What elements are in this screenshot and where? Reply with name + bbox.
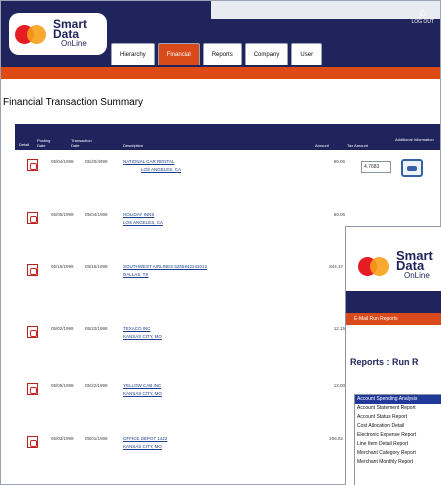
report-select-list[interactable]: Account Spending Analysis Account Statem…	[354, 394, 441, 485]
report-option[interactable]: Line Item Detail Report	[355, 440, 441, 449]
amount-value: 844.17	[329, 264, 343, 269]
reports-navy-band	[346, 291, 441, 313]
report-option[interactable]: Account Status Report	[355, 413, 441, 422]
table-row: 05/04/1999 05/20/4999 NATIONAL CAR RENTA…	[15, 159, 440, 177]
mastercard-icon	[358, 255, 392, 277]
report-option[interactable]: Account Statement Report	[355, 404, 441, 413]
location-link[interactable]: DALLAS, TX	[123, 272, 148, 278]
tab-user[interactable]: User	[291, 43, 323, 65]
posting-date: 05/15/1999	[51, 264, 74, 269]
col-posting-date: Posting Date	[37, 138, 51, 148]
smartdata-logo[interactable]: Smart Data OnLine	[9, 13, 107, 55]
posting-date: 05/04/1999	[51, 159, 74, 164]
col-tax-amount: Tax Amount	[347, 143, 368, 148]
transaction-date: 05/01/1999	[85, 436, 108, 441]
table-row: 05/05/1999 05/04/1999 HOLIDAY INNS LOS A…	[15, 212, 440, 226]
amount-value: 12.00	[333, 383, 345, 388]
amount-value: 12.15	[333, 326, 345, 331]
location-link[interactable]: KANSAS CITY, MO	[123, 444, 162, 450]
amount-value: 69.06	[333, 212, 345, 217]
car-icon[interactable]	[401, 159, 423, 177]
pdf-icon[interactable]	[27, 436, 38, 448]
nav-orange-bar	[1, 67, 440, 79]
location-link[interactable]: KANSAS CITY, MO	[123, 334, 162, 340]
report-option[interactable]: Account Spending Analysis	[355, 395, 441, 404]
location-link[interactable]: KANSAS CITY, MO	[123, 391, 162, 397]
pdf-icon[interactable]	[27, 264, 38, 276]
tab-reports[interactable]: Reports	[202, 43, 242, 65]
logout-label: LOG OUT	[411, 19, 434, 25]
tab-hierarchy[interactable]: Hierarchy	[111, 43, 155, 65]
pdf-icon[interactable]	[27, 326, 38, 338]
tab-company[interactable]: Company	[244, 43, 289, 65]
smartdata-logo-2[interactable]: Smart Data OnLine	[354, 245, 441, 287]
logo-line3: OnLine	[404, 271, 430, 280]
main-tabs: Hierarchy Financial Reports Company User	[111, 43, 323, 67]
posting-date: 05/05/1999	[51, 383, 74, 388]
col-additional-info: Additional Information	[395, 137, 434, 142]
amount-value: 206.82	[329, 436, 343, 441]
pdf-icon[interactable]	[27, 383, 38, 395]
description-link[interactable]: OFFICE DEPOT 1422	[123, 436, 167, 442]
reports-window: Smart Data OnLine E-Mail Run Reports Rep…	[345, 226, 441, 485]
page-title: Financial Transaction Summary	[3, 97, 144, 108]
report-option[interactable]: Electronic Expense Report	[355, 431, 441, 440]
report-option[interactable]: Merchant Category Report	[355, 449, 441, 458]
pdf-icon[interactable]	[27, 159, 38, 171]
posting-date: 05/02/1999	[51, 326, 74, 331]
description-link[interactable]: TEXACO INC	[123, 326, 151, 332]
description-link[interactable]: SOUTHWEST AIRLINES 5265942241012	[123, 264, 207, 270]
location-link[interactable]: LOS ANGELES, CA	[141, 167, 181, 173]
transaction-date: 05/04/1999	[85, 212, 108, 217]
posting-date: 05/03/1999	[51, 436, 74, 441]
logo-line3: OnLine	[61, 39, 87, 48]
col-amount: Amount	[315, 143, 329, 148]
report-option[interactable]: Cost Allocation Detail	[355, 422, 441, 431]
description-link[interactable]: HOLIDAY INNS	[123, 212, 154, 218]
pdf-icon[interactable]	[27, 212, 38, 224]
logout-button[interactable]: ⌂ LOG OUT	[411, 6, 434, 27]
table-header: Detail Posting Date Transaction Date Des…	[15, 124, 440, 150]
description-link[interactable]: NATIONAL CAR RENTAL	[123, 159, 174, 165]
reports-title: Reports : Run R	[350, 357, 419, 367]
col-detail: Detail	[19, 142, 30, 147]
transaction-date: 05/20/4999	[85, 159, 108, 164]
col-description: Description	[123, 143, 144, 148]
header-light-strip	[211, 1, 440, 19]
tax-amount-input[interactable]: 4.7683	[361, 161, 391, 173]
amount-value: 69.06	[333, 159, 345, 164]
tab-financial[interactable]: Financial	[157, 43, 200, 65]
posting-date: 05/05/1999	[51, 212, 74, 217]
transaction-date: 05/22/1999	[85, 326, 108, 331]
transaction-date: 05/15/1999	[85, 264, 108, 269]
description-link[interactable]: YELLOW CAB INC	[123, 383, 161, 389]
report-option[interactable]: Merchant Monthly Report	[355, 458, 441, 467]
col-transaction-date: Transaction Date	[71, 138, 92, 148]
reports-nav[interactable]: E-Mail Run Reports	[346, 313, 441, 325]
mastercard-icon	[15, 23, 49, 45]
transaction-date: 05/22/1999	[85, 383, 108, 388]
location-link[interactable]: LOS ANGELES, CA	[123, 220, 163, 226]
